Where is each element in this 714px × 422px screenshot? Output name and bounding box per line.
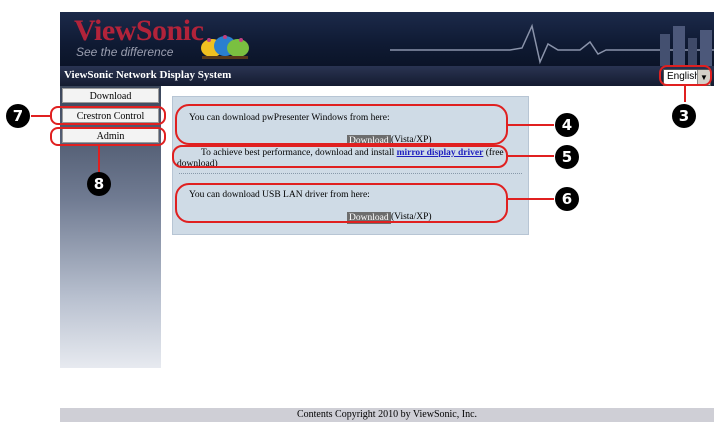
ecg-wave-graphic (390, 23, 714, 66)
callout-8-line (98, 146, 100, 172)
system-title: ViewSonic Network Display System (64, 69, 232, 81)
title-bar: ViewSonic Network Display System English… (60, 66, 714, 86)
nav-download-button[interactable]: Download (62, 88, 159, 103)
callout-4-outline (175, 104, 508, 145)
callout-6-outline (175, 183, 508, 223)
header-banner: ViewSonic See the difference (60, 12, 714, 66)
callout-3-line (684, 86, 686, 102)
callout-8-badge: 8 (87, 172, 111, 196)
birds-logo-icon (201, 35, 249, 59)
footer: Contents Copyright 2010 by ViewSonic, In… (60, 408, 714, 422)
callout-7-outline (50, 106, 166, 125)
callout-5-badge: 5 (555, 145, 579, 169)
callout-5-outline (172, 145, 508, 168)
callout-7-line (31, 115, 50, 117)
callout-6-line (508, 198, 554, 200)
callout-6-badge: 6 (555, 187, 579, 211)
viewsonic-logo: ViewSonic (74, 14, 204, 47)
callout-4-badge: 4 (555, 113, 579, 137)
callout-5-line (508, 155, 554, 157)
callout-7-badge: 7 (6, 104, 30, 128)
callout-4-line (508, 124, 554, 126)
dotted-divider (179, 173, 522, 174)
logo-tagline: See the difference (76, 45, 174, 59)
callout-3-badge: 3 (672, 104, 696, 128)
callout-8-outline (50, 127, 166, 146)
callout-3-outline (659, 65, 712, 86)
